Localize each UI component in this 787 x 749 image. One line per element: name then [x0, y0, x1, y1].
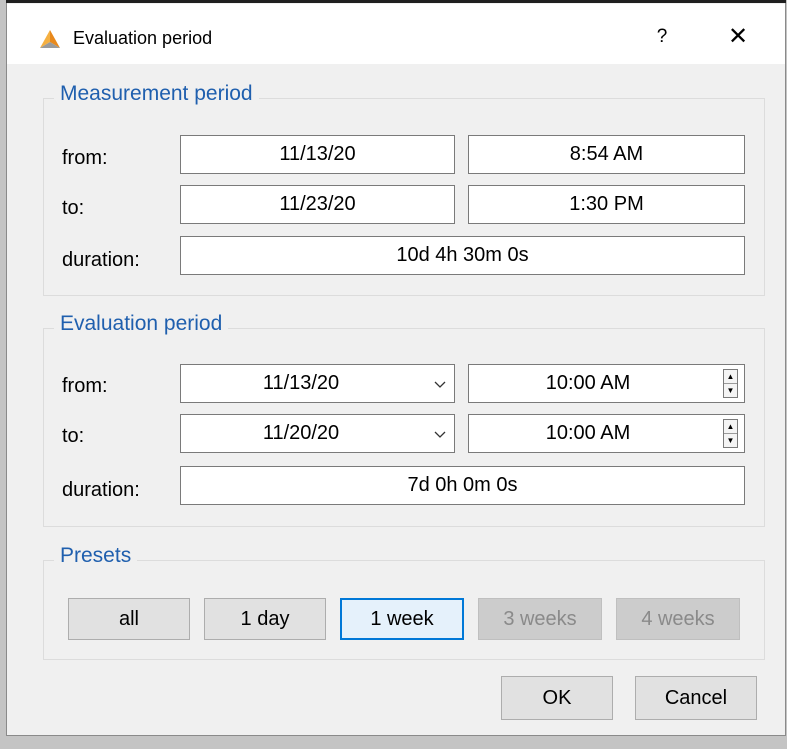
window-title: Evaluation period	[73, 28, 213, 48]
spin-buttons[interactable]: ▲ ▼	[723, 419, 738, 448]
app-icon	[40, 30, 60, 48]
title-bar: Evaluation period ? ✕	[7, 4, 785, 64]
measurement-duration-field: 10d 4h 30m 0s	[180, 236, 745, 275]
preset-4-weeks-button: 4 weeks	[616, 598, 740, 640]
evaluation-from-label: from:	[62, 375, 108, 397]
measurement-to-time: 1:30 PM	[468, 185, 745, 224]
evaluation-from-date-combo[interactable]: 11/13/20	[180, 364, 455, 403]
measurement-period-group: Measurement period from: 11/13/20 8:54 A…	[43, 82, 765, 296]
evaluation-period-group: Evaluation period from: 11/13/20 10:00 A…	[43, 312, 765, 527]
preset-all-button[interactable]: all	[68, 598, 190, 640]
preset-1-day-button[interactable]: 1 day	[204, 598, 326, 640]
presets-group: Presets all 1 day 1 week 3 weeks 4 weeks	[43, 544, 765, 660]
measurement-period-legend: Measurement period	[54, 82, 259, 106]
spin-up-icon[interactable]: ▲	[724, 420, 737, 434]
evaluation-to-date-combo[interactable]: 11/20/20	[180, 414, 455, 453]
measurement-from-time: 8:54 AM	[468, 135, 745, 174]
evaluation-period-legend: Evaluation period	[54, 312, 229, 336]
evaluation-to-time-spinner[interactable]: 10:00 AM ▲ ▼	[468, 414, 745, 453]
chevron-down-icon	[434, 431, 446, 438]
evaluation-from-time-value: 10:00 AM	[545, 372, 631, 394]
spin-buttons[interactable]: ▲ ▼	[723, 369, 738, 398]
evaluation-from-date-value: 11/13/20	[262, 372, 340, 394]
evaluation-duration-field: 7d 0h 0m 0s	[180, 466, 745, 505]
measurement-to-label: to:	[62, 197, 85, 219]
close-button[interactable]: ✕	[723, 22, 753, 52]
evaluation-duration-label: duration:	[62, 479, 140, 501]
cancel-button[interactable]: Cancel	[635, 676, 757, 720]
spin-down-icon[interactable]: ▼	[724, 384, 737, 397]
spin-down-icon[interactable]: ▼	[724, 434, 737, 447]
measurement-from-date: 11/13/20	[180, 135, 455, 174]
presets-legend: Presets	[54, 544, 138, 568]
evaluation-period-dialog: Evaluation period ? ✕ Measurement period…	[6, 0, 786, 736]
chevron-down-icon	[434, 381, 446, 388]
measurement-to-date: 11/23/20	[180, 185, 455, 224]
preset-1-week-button[interactable]: 1 week	[340, 598, 464, 640]
evaluation-to-label: to:	[62, 425, 85, 447]
ok-button[interactable]: OK	[501, 676, 613, 720]
help-button[interactable]: ?	[647, 22, 677, 52]
evaluation-from-time-spinner[interactable]: 10:00 AM ▲ ▼	[468, 364, 745, 403]
measurement-duration-label: duration:	[62, 249, 140, 271]
evaluation-to-date-value: 11/20/20	[262, 422, 340, 444]
spin-up-icon[interactable]: ▲	[724, 370, 737, 384]
measurement-from-label: from:	[62, 147, 108, 169]
evaluation-to-time-value: 10:00 AM	[545, 422, 631, 444]
preset-3-weeks-button: 3 weeks	[478, 598, 602, 640]
